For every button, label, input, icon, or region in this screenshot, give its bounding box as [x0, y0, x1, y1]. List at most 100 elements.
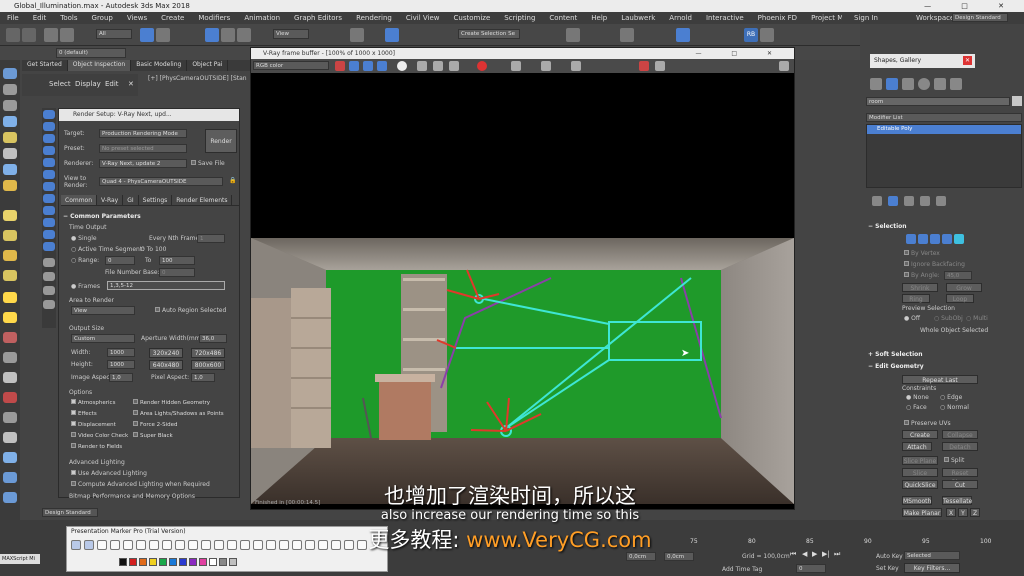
filter-helpers-icon[interactable]	[43, 158, 55, 167]
range-from-field[interactable]: 0	[105, 256, 135, 265]
stack-item-editable-poly[interactable]: Editable Poly	[867, 125, 1021, 134]
go-to-start-icon[interactable]: ⏮	[790, 550, 796, 559]
space-warp-icon[interactable]	[3, 180, 17, 191]
ignore-backfacing-option[interactable]: Ignore Backfacing	[904, 261, 965, 268]
vray-rb-icon[interactable]: RB	[744, 28, 758, 42]
cut-button[interactable]: Cut	[942, 480, 978, 489]
skylight-icon[interactable]	[3, 312, 17, 323]
repeat-last-button[interactable]: Repeat Last	[902, 375, 978, 384]
filter-lights-icon[interactable]	[43, 134, 55, 143]
grow-button[interactable]: Grow	[946, 283, 982, 292]
menu-item[interactable]: Interactive	[699, 14, 751, 22]
option-checkbox[interactable]	[71, 399, 76, 404]
viewport-label[interactable]: [+] [PhysCameraOUTSIDE] [Stan	[148, 75, 247, 82]
workspace-bottom-label[interactable]: Design Standard	[42, 508, 98, 517]
sphere-tool-icon[interactable]	[3, 116, 17, 127]
maxscript-listener[interactable]: MAXScript Mi	[0, 554, 40, 564]
spotlight-icon[interactable]	[3, 230, 17, 241]
preset-640x480-button[interactable]: 640x480	[149, 360, 183, 370]
rect-icon[interactable]	[175, 540, 185, 550]
configure-sets-icon[interactable]	[936, 196, 946, 206]
height-field[interactable]: 1000	[107, 360, 135, 369]
filter-xrefs-icon[interactable]	[43, 194, 55, 203]
shrink-button[interactable]: Shrink	[902, 283, 938, 292]
render-setup-tab[interactable]: Common	[61, 195, 98, 205]
selection-rollout-header[interactable]: − Selection	[868, 223, 907, 230]
menu-item[interactable]: Rendering	[349, 14, 399, 22]
menu-item[interactable]: Phoenix FD	[751, 14, 804, 22]
create-tool-icon[interactable]	[3, 68, 17, 79]
vfb-red-channel-icon[interactable]	[335, 61, 345, 71]
snaps-toggle-icon[interactable]	[350, 28, 364, 42]
option-checkbox[interactable]	[133, 410, 138, 415]
filter-cameras-icon[interactable]	[43, 146, 55, 155]
quickslice-button[interactable]: QuickSlice	[902, 480, 938, 489]
line-icon[interactable]	[136, 540, 146, 550]
common-params-header[interactable]: − Common Parameters	[63, 213, 141, 220]
render-setup-tab[interactable]: Render Elements	[172, 195, 233, 205]
vfb-load-icon[interactable]	[433, 61, 443, 71]
rotate-icon[interactable]	[221, 28, 235, 42]
camera-tool-icon[interactable]	[3, 148, 17, 159]
go-to-end-icon[interactable]: ⏭	[834, 550, 840, 559]
planar-z-button[interactable]: Z	[970, 508, 980, 517]
highlighter-icon[interactable]	[97, 540, 107, 550]
explorer-close-icon[interactable]: ✕	[128, 80, 134, 88]
make-unique-icon[interactable]	[904, 196, 914, 206]
remove-modifier-icon[interactable]	[920, 196, 930, 206]
reference-coordinate-dropdown[interactable]: View	[273, 29, 309, 39]
vfb-mono-icon[interactable]	[397, 61, 407, 71]
filter-invert-icon[interactable]	[43, 286, 55, 295]
constraint-edge-radio[interactable]: ○ Edge	[940, 394, 962, 401]
option-checkbox[interactable]	[133, 399, 138, 404]
vfb-region-icon[interactable]	[511, 61, 521, 71]
select-by-name-icon[interactable]	[156, 28, 170, 42]
prev-frame-icon[interactable]: ◀	[802, 550, 807, 558]
renderer-dropdown[interactable]: V-Ray Next, update 2	[99, 159, 187, 168]
element-mode-icon[interactable]	[954, 234, 964, 244]
next-frame-icon[interactable]: ▶|	[822, 550, 830, 558]
play-icon[interactable]: ▶	[812, 550, 817, 558]
vfb-window-controls[interactable]: — □ ✕	[695, 48, 786, 59]
by-angle-field[interactable]: 45,0	[944, 271, 972, 280]
vfb-more-icon[interactable]	[779, 61, 789, 71]
pm-color-swatch[interactable]	[189, 558, 197, 566]
hierarchy-tool-icon[interactable]	[3, 100, 17, 111]
text-icon[interactable]	[253, 540, 263, 550]
pm-color-swatch[interactable]	[169, 558, 177, 566]
aperture-field[interactable]: 36,0	[199, 334, 227, 343]
filter-all-icon[interactable]	[43, 258, 55, 267]
menu-item[interactable]: Edit	[26, 14, 54, 22]
menu-item[interactable]: Create	[154, 14, 191, 22]
helper-tool-icon[interactable]	[3, 164, 17, 175]
pm-color-swatch[interactable]	[119, 558, 127, 566]
show-end-result-icon[interactable]	[888, 196, 898, 206]
motion-tab-icon[interactable]	[918, 78, 930, 90]
redo-icon[interactable]	[22, 28, 36, 42]
layer-dropdown[interactable]: 0 (default)	[56, 48, 126, 58]
pixel-aspect-field[interactable]: 1,0	[191, 373, 215, 382]
file-number-base-field[interactable]: 0	[159, 268, 195, 277]
range-radio[interactable]: ○ Range:	[71, 257, 99, 264]
option-checkbox[interactable]	[71, 443, 76, 448]
option-checkbox[interactable]	[71, 421, 76, 426]
width-field[interactable]: 1000	[107, 348, 135, 357]
active-segment-radio[interactable]: ○ Active Time Segment:	[71, 246, 144, 253]
menu-item[interactable]: Scripting	[497, 14, 542, 22]
filled-rect-icon[interactable]	[214, 540, 224, 550]
slice-button[interactable]: Slice	[902, 468, 938, 477]
filter-bones-icon[interactable]	[43, 206, 55, 215]
auto-region-checkbox[interactable]	[155, 307, 160, 312]
constraint-face-radio[interactable]: ○ Face	[906, 404, 927, 411]
menu-item[interactable]: Group	[85, 14, 120, 22]
preserve-uvs-option[interactable]: Preserve UVs	[904, 420, 951, 427]
soft-selection-rollout-header[interactable]: + Soft Selection	[868, 351, 923, 358]
option-checkbox[interactable]	[71, 410, 76, 415]
explorer-edit-tab[interactable]: Edit	[105, 80, 119, 88]
split-option[interactable]: Split	[944, 457, 964, 464]
frames-field[interactable]: 1,3,5-12	[107, 281, 225, 290]
detach-button[interactable]: Detach	[942, 442, 978, 451]
omni-light-icon[interactable]	[3, 270, 17, 281]
loop-button[interactable]: Loop	[946, 294, 974, 303]
bulb-icon[interactable]	[3, 210, 17, 221]
